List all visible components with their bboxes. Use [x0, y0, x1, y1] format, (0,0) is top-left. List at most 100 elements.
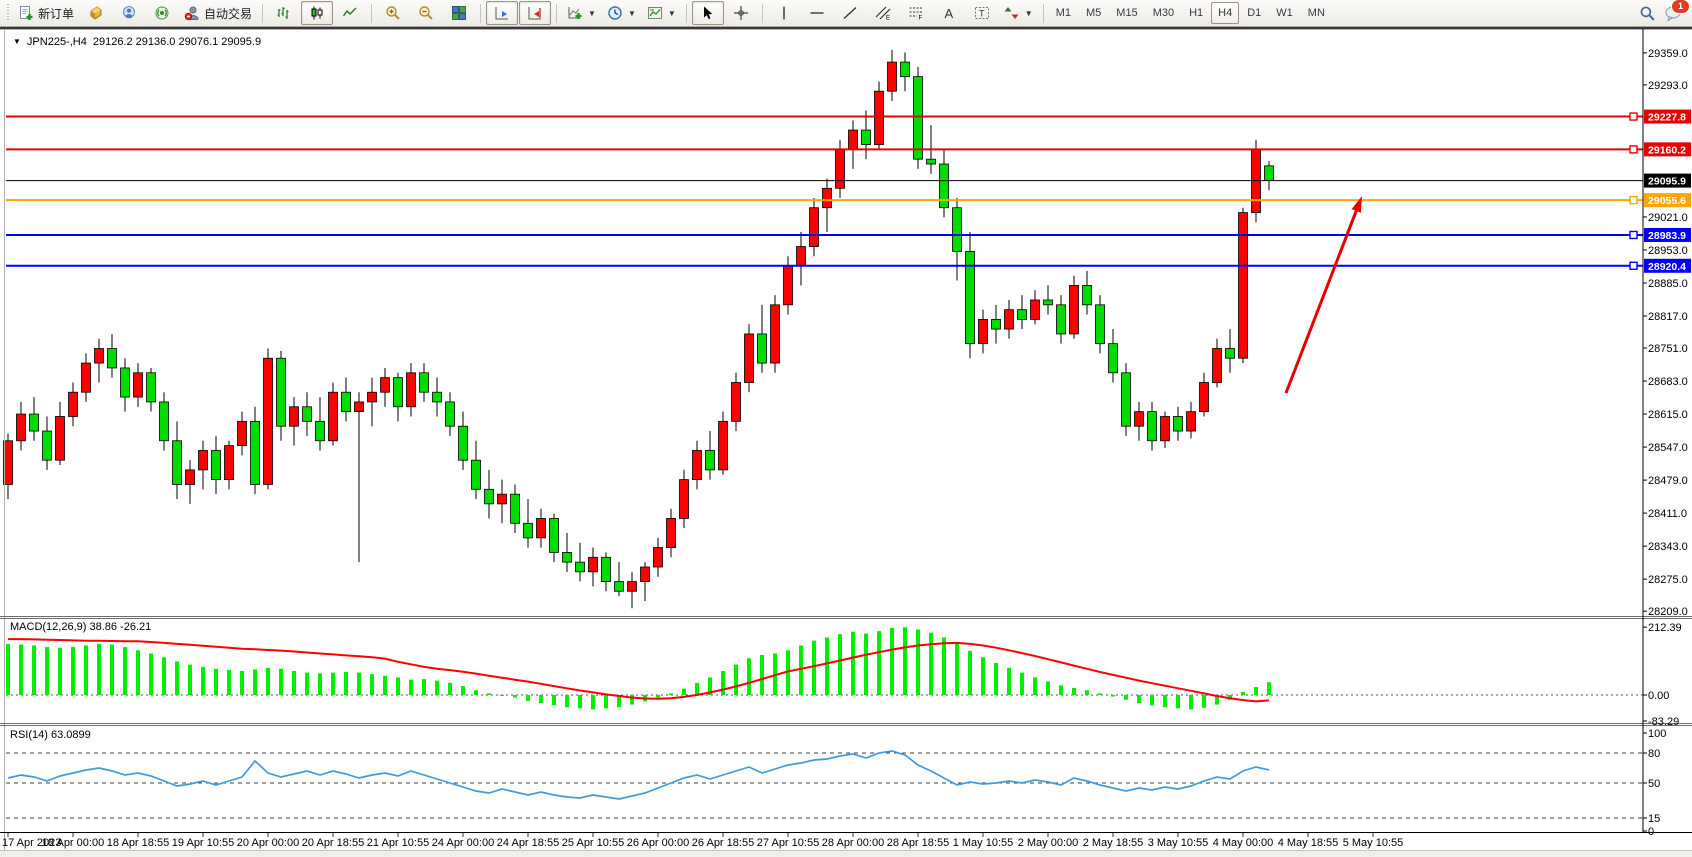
text-tool-button[interactable]: A	[933, 1, 965, 25]
line-handle[interactable]	[1630, 231, 1637, 238]
equidistant-channel-tool-button[interactable]: E	[867, 1, 899, 25]
line-handle[interactable]	[1630, 146, 1637, 153]
candle-down	[394, 378, 403, 407]
timeframe-m1-button[interactable]: M1	[1049, 2, 1078, 24]
notification-badge: 1	[1671, 0, 1690, 14]
svg-text:29293.0: 29293.0	[1648, 80, 1688, 92]
timeframe-m30-button[interactable]: M30	[1146, 2, 1181, 24]
horizontal-line-tool-button[interactable]	[801, 1, 833, 25]
timeframe-w1-button[interactable]: W1	[1269, 2, 1300, 24]
svg-text:212.39: 212.39	[1648, 622, 1682, 634]
text-label-tool-button[interactable]: T	[966, 1, 998, 25]
svg-text:28683.0: 28683.0	[1648, 376, 1688, 388]
indicators-button[interactable]: ▼	[562, 1, 601, 25]
candle-down	[901, 62, 910, 77]
fibonacci-tool-button[interactable]: F	[900, 1, 932, 25]
candle-up	[823, 188, 832, 207]
candle-up	[1070, 285, 1079, 334]
chart-shift-button[interactable]	[519, 1, 551, 25]
cursor-tool-button[interactable]	[692, 1, 724, 25]
line-handle[interactable]	[1630, 197, 1637, 204]
candle-up	[589, 557, 598, 572]
candle-down	[147, 373, 156, 402]
svg-text:28817.0: 28817.0	[1648, 311, 1688, 323]
svg-text:18 Apr 18:55: 18 Apr 18:55	[107, 837, 169, 849]
candle-up	[693, 450, 702, 479]
svg-text:100: 100	[1648, 728, 1666, 740]
candle-down	[927, 159, 936, 164]
signals-button[interactable]	[146, 1, 178, 25]
candle-up	[95, 349, 104, 364]
arrows-tool-button[interactable]: ▼	[999, 1, 1038, 25]
auto-trading-button[interactable]: 自动交易	[179, 1, 257, 25]
candle-down	[1083, 285, 1092, 304]
timeframe-h1-button[interactable]: H1	[1182, 2, 1210, 24]
line-handle[interactable]	[1630, 113, 1637, 120]
chart-canvas[interactable]: 29227.829160.229095.929055.628983.928920…	[0, 27, 1692, 857]
vertical-line-tool-button[interactable]	[768, 1, 800, 25]
chart-window: 29227.829160.229095.929055.628983.928920…	[0, 27, 1692, 857]
candle-up	[836, 149, 845, 188]
crosshair-icon	[733, 5, 749, 21]
auto-scroll-button[interactable]	[486, 1, 518, 25]
market-button[interactable]	[80, 1, 112, 25]
svg-text:28209.0: 28209.0	[1648, 606, 1688, 618]
new-order-icon	[18, 5, 34, 21]
svg-text:28411.0: 28411.0	[1648, 508, 1687, 520]
channel-icon: E	[875, 5, 891, 21]
svg-text:19 Apr 10:55: 19 Apr 10:55	[172, 837, 234, 849]
svg-text:29055.6: 29055.6	[1648, 195, 1686, 207]
timeframe-m15-button[interactable]: M15	[1109, 2, 1144, 24]
candle-up	[732, 383, 741, 422]
svg-text:20 Apr 00:00: 20 Apr 00:00	[237, 837, 299, 849]
timeframe-h4-button[interactable]: H4	[1211, 2, 1239, 24]
bar-chart-mode-button[interactable]	[268, 1, 300, 25]
tile-windows-button[interactable]	[443, 1, 475, 25]
svg-text:80: 80	[1648, 748, 1660, 760]
zoom-in-button[interactable]	[377, 1, 409, 25]
candle-up	[225, 446, 234, 480]
periods-button[interactable]: ▼	[602, 1, 641, 25]
candle-down	[1265, 166, 1274, 181]
candle-up	[641, 567, 650, 582]
svg-text:T: T	[979, 9, 985, 19]
svg-text:29095.9: 29095.9	[1648, 176, 1686, 188]
new-order-button[interactable]: 新订单	[13, 1, 79, 25]
candle-up	[82, 363, 91, 392]
template-icon	[647, 5, 663, 21]
candle-up	[888, 62, 897, 91]
svg-text:0: 0	[1648, 826, 1654, 838]
crosshair-tool-button[interactable]	[725, 1, 757, 25]
line-chart-mode-button[interactable]	[334, 1, 366, 25]
chat-button[interactable]: 1	[1664, 5, 1682, 22]
candlestick-mode-button[interactable]	[301, 1, 333, 25]
candle-down	[953, 208, 962, 252]
new-order-label: 新订单	[38, 5, 74, 22]
main-toolbar: 新订单 自动交易	[0, 0, 1692, 27]
svg-text:28983.9: 28983.9	[1648, 230, 1686, 242]
timeframe-mn-button[interactable]: MN	[1301, 2, 1332, 24]
chart-shift-icon	[527, 5, 543, 21]
toolbar-separator	[686, 4, 687, 23]
bar-chart-icon	[276, 5, 292, 21]
zoom-out-button[interactable]	[410, 1, 442, 25]
timeframe-d1-button[interactable]: D1	[1240, 2, 1268, 24]
svg-text:2 May 18:55: 2 May 18:55	[1083, 837, 1144, 849]
timeframe-m5-button[interactable]: M5	[1079, 2, 1108, 24]
toolbar-right-group: 1	[1639, 5, 1688, 22]
candle-up	[368, 392, 377, 402]
collapse-triangle-icon[interactable]: ▼	[13, 38, 21, 46]
toolbar-separator	[480, 4, 481, 23]
community-button[interactable]	[113, 1, 145, 25]
candle-up	[186, 470, 195, 485]
svg-text:1 May 10:55: 1 May 10:55	[953, 837, 1014, 849]
templates-button[interactable]: ▼	[642, 1, 681, 25]
trendline-tool-button[interactable]	[834, 1, 866, 25]
candlestick-icon	[309, 5, 325, 21]
svg-text:20 Apr 18:55: 20 Apr 18:55	[302, 837, 364, 849]
svg-text:3 May 10:55: 3 May 10:55	[1148, 837, 1209, 849]
candle-up	[797, 247, 806, 266]
line-chart-icon	[342, 5, 358, 21]
line-handle[interactable]	[1630, 262, 1637, 269]
search-icon[interactable]	[1639, 5, 1656, 22]
